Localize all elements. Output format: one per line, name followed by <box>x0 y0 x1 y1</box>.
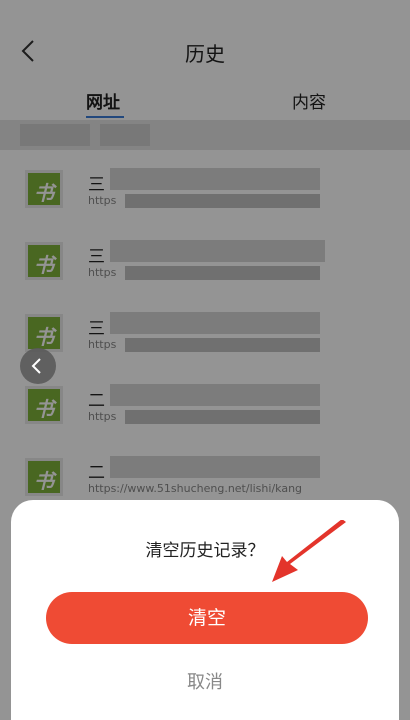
floating-back-button[interactable] <box>20 348 56 384</box>
chevron-left-icon <box>31 358 41 374</box>
watermark-logo-icon <box>282 691 394 711</box>
clear-button[interactable]: 清空 <box>46 592 368 644</box>
arrow-annotation-icon <box>272 520 346 582</box>
